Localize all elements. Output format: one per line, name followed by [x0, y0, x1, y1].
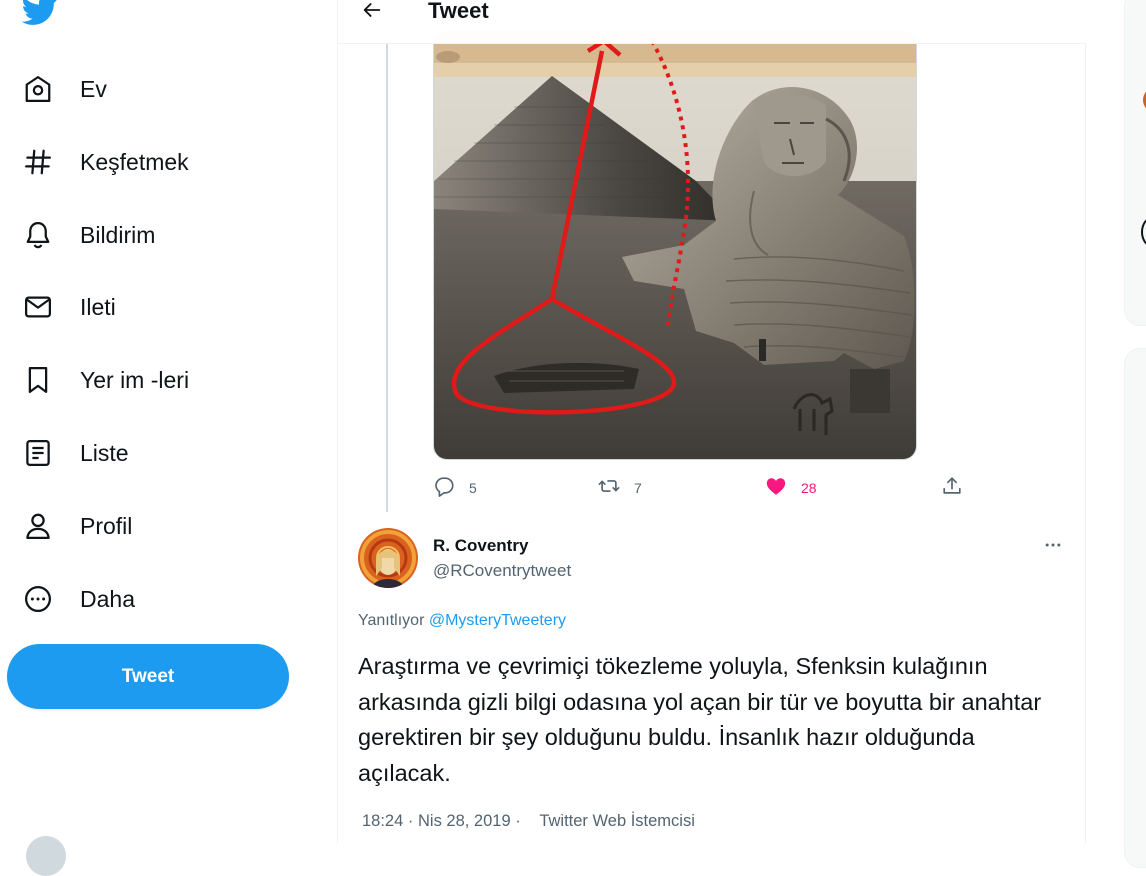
nav-label-notifications: Bildirim — [80, 221, 156, 248]
like-action[interactable]: 28 — [765, 476, 817, 500]
replying-to-mention[interactable]: @MysteryTweetery — [429, 612, 566, 629]
compose-tweet-button[interactable]: Tweet — [7, 644, 289, 709]
retweet-count: 7 — [634, 480, 642, 496]
tweet-media-image[interactable] — [433, 30, 917, 460]
bell-icon — [20, 217, 56, 253]
share-icon — [941, 475, 963, 502]
nav-item-messages[interactable]: Ileti — [20, 282, 136, 332]
like-count: 28 — [801, 480, 817, 496]
list-icon — [20, 435, 56, 471]
right-sidebar-card — [1124, 0, 1146, 326]
suggestion-avatar[interactable] — [1141, 217, 1146, 247]
author-handle[interactable]: @RCoventrytweet — [433, 561, 571, 581]
right-sidebar-trends — [1124, 348, 1146, 868]
author-avatar[interactable] — [358, 528, 418, 588]
tweet-text: Araştırma ve çevrimiçi tökezleme yoluyla… — [358, 653, 1042, 786]
page-header: Tweet — [338, 0, 1086, 44]
replying-to-label: Yanıtlıyor — [358, 612, 425, 629]
back-button[interactable] — [356, 0, 388, 26]
sphinx-pyramid-photo — [434, 31, 916, 459]
reply-count: 5 — [469, 480, 477, 496]
nav-item-home[interactable]: Ev — [20, 64, 127, 114]
nav-item-bookmarks[interactable]: Yer im -leri — [20, 355, 209, 405]
bookmark-icon — [20, 362, 56, 398]
left-sidebar: Ev Keşfetmek Bildirim Ileti Yer im -leri… — [0, 0, 337, 876]
page-title: Tweet — [428, 0, 489, 23]
nav-item-explore[interactable]: Keşfetmek — [20, 137, 209, 187]
profile-icon — [20, 508, 56, 544]
nav-label-messages: Ileti — [80, 293, 116, 320]
thread-connector — [386, 44, 388, 512]
nav-label-profile: Profil — [80, 512, 133, 539]
home-icon — [20, 71, 56, 107]
tweet-date[interactable]: Nis 28, 2019 — [418, 812, 511, 831]
meta-separator: · — [515, 812, 521, 830]
heart-filled-icon — [765, 475, 787, 502]
nav-item-profile[interactable]: Profil — [20, 501, 152, 551]
tweet-time[interactable]: 18:24 — [362, 812, 403, 831]
share-action[interactable] — [941, 476, 963, 500]
nav-item-lists[interactable]: Liste — [20, 428, 149, 478]
author-name[interactable]: R. Coventry — [433, 536, 528, 556]
nav-label-home: Ev — [80, 75, 107, 102]
mail-icon — [20, 289, 56, 325]
nav-item-notifications[interactable]: Bildirim — [20, 210, 175, 260]
account-avatar[interactable] — [26, 836, 66, 876]
nav-label-lists: Liste — [80, 439, 129, 466]
replying-to: Yanıtlıyor @MysteryTweetery — [358, 612, 566, 630]
tweet-metadata: 18:24 · Nis 28, 2019 · Twitter Web İstem… — [362, 812, 695, 831]
reply-action[interactable]: 5 — [433, 476, 477, 500]
retweet-action[interactable]: 7 — [598, 476, 642, 500]
more-options-icon[interactable] — [1038, 532, 1068, 558]
nav-label-explore: Keşfetmek — [80, 148, 189, 175]
nav-item-more[interactable]: Daha — [20, 574, 155, 624]
tweet-client[interactable]: Twitter Web İstemcisi — [539, 812, 695, 831]
reply-icon — [433, 475, 455, 502]
nav-label-more: Daha — [80, 585, 135, 612]
retweet-icon — [598, 475, 620, 502]
more-circle-icon — [20, 581, 56, 617]
twitter-bird-icon[interactable] — [21, 0, 58, 28]
meta-separator: · — [407, 812, 414, 830]
hashtag-icon — [20, 144, 56, 180]
nav-label-bookmarks: Yer im -leri — [80, 366, 190, 393]
main-column: 5 7 28 R. Coventry @RCoventrytweet Yanıt… — [337, 0, 1086, 843]
arrow-left-icon — [361, 0, 383, 26]
